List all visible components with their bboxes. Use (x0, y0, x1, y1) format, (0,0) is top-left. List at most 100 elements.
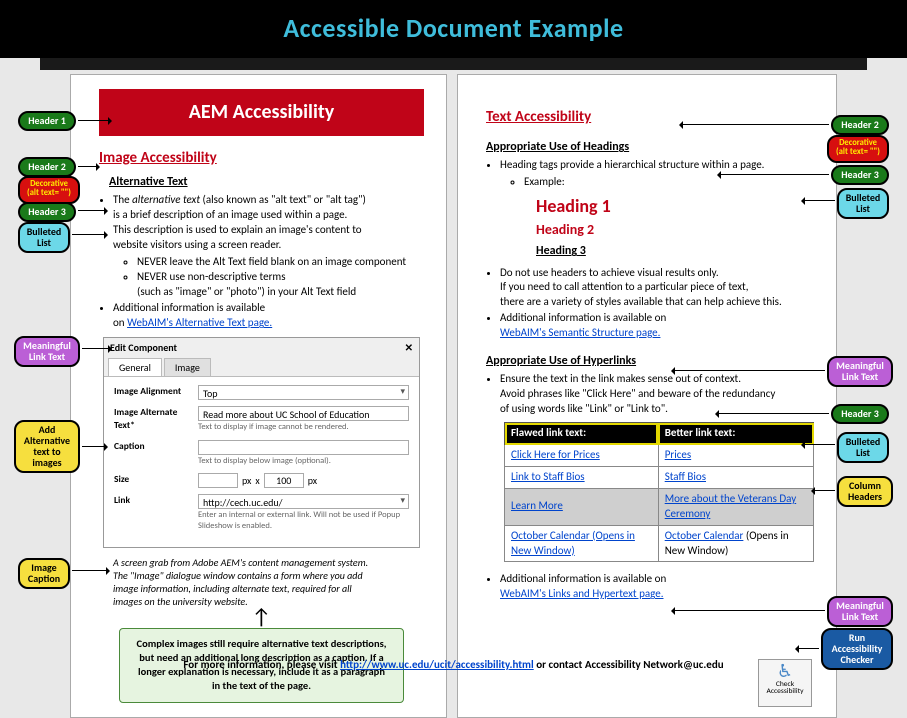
arrow (805, 200, 835, 201)
tag-header2-left: Header 2 (18, 157, 76, 177)
height-input[interactable]: 100 (264, 473, 304, 488)
better-link[interactable]: October Calendar (665, 529, 744, 542)
text: A screen grab from Adobe AEM's content m… (113, 556, 368, 569)
tag-meaningful-right1: Meaningful Link Text (827, 356, 893, 387)
tab-general[interactable]: General (108, 358, 162, 377)
pages-container: AEM Accessibility Image Accessibility Al… (0, 74, 907, 718)
col-header-better: Better link text: (658, 423, 813, 445)
tag-header2-right: Header 2 (831, 115, 889, 135)
text: on (113, 316, 127, 329)
arrow (721, 174, 829, 175)
flawed-link[interactable]: Link to Staff Bios (505, 467, 659, 489)
webaim-semantic-link[interactable]: WebAIM's Semantic Structure page. (500, 326, 660, 339)
text: Heading tags provide a hierarchical stru… (500, 158, 764, 171)
arrow (719, 413, 829, 414)
page-1: AEM Accessibility Image Accessibility Al… (70, 74, 447, 718)
webaim-alt-link[interactable]: WebAIM's Alternative Text page. (127, 316, 272, 329)
table-row: October Calendar (Opens in New Window) O… (505, 525, 814, 562)
checker-label: Check Accessibility (759, 681, 811, 696)
better-link[interactable]: Staff Bios (658, 467, 813, 489)
aem-title: AEM Accessibility (189, 100, 335, 124)
link-text-table: Flawed link text: Better link text: Clic… (504, 422, 814, 562)
text: For more information, please visit (183, 658, 340, 671)
example-heading-1: Heading 1 (536, 194, 814, 218)
text: The (113, 193, 132, 206)
tag-image-caption: Image Caption (18, 558, 70, 589)
top-banner: Accessible Document Example (0, 0, 907, 58)
dialog-titlebar: Edit Component ✕ (104, 338, 419, 358)
flawed-link[interactable]: Learn More (505, 488, 659, 525)
select-value: Top (203, 387, 218, 400)
page-2: Text Accessibility Appropriate Use of He… (457, 74, 837, 718)
list-item: Ensure the text in the link makes sense … (500, 372, 814, 417)
text: Ensure the text in the link makes sense … (500, 372, 741, 385)
tag-header3-left: Header 3 (18, 202, 76, 222)
better-link[interactable]: More about the Veterans Day Ceremony (658, 488, 813, 525)
tab-image[interactable]: Image (164, 358, 211, 377)
list-item: NEVER leave the Alt Text field blank on … (137, 255, 424, 270)
list-item: NEVER use non-descriptive terms (such as… (137, 270, 424, 300)
arrow (675, 370, 825, 371)
caption-input[interactable] (198, 440, 409, 455)
list-item: Additional information is available on W… (113, 301, 424, 331)
tag-header1: Header 1 (18, 111, 76, 131)
text: Do not use headers to achieve visual res… (500, 266, 719, 279)
alignment-select[interactable]: Top (198, 385, 409, 400)
col-header-flawed: Flawed link text: (505, 423, 659, 445)
arrow (82, 348, 108, 349)
text: images on the university website. (113, 595, 248, 608)
arrow (78, 120, 108, 121)
table-row: Learn More More about the Veterans Day C… (505, 488, 814, 525)
flawed-link[interactable]: October Calendar (Opens in New Window) (505, 525, 659, 562)
better-link[interactable]: Prices (658, 445, 813, 467)
tag-decorative-left: Decorative (alt text= "") (18, 176, 80, 204)
arrow (72, 570, 106, 571)
headings-heading: Appropriate Use of Headings (486, 139, 814, 155)
image-caption-text: A screen grab from Adobe AEM's content m… (99, 554, 424, 608)
alt-text-list: The alternative text (also known as "alt… (113, 193, 424, 331)
dialog-body: Image Alignment Top Image Alternate Text… (104, 377, 419, 547)
arrow (815, 490, 835, 491)
text: NEVER use non-descriptive terms (137, 270, 286, 283)
hint: Enter an internal or external link. Will… (198, 510, 409, 533)
link-input[interactable]: http://cech.uc.edu/ (198, 494, 409, 509)
text: The "Image" dialogue window contains a f… (113, 569, 363, 582)
list-item: The alternative text (also known as "alt… (113, 193, 424, 299)
arrow (683, 124, 829, 125)
table-row: Link to Staff Bios Staff Bios (505, 467, 814, 489)
text: of using words like "Link" or "Link to". (500, 402, 668, 415)
table-header-row: Flawed link text: Better link text: (505, 423, 814, 445)
arrow (72, 234, 104, 235)
text: This description is used to explain an i… (113, 223, 362, 236)
arrow (799, 648, 819, 649)
banner-title: Accessible Document Example (283, 12, 623, 44)
width-input[interactable] (198, 473, 238, 488)
sublist: Example: (524, 175, 814, 190)
arrow (82, 446, 104, 447)
tag-bulleted-left: Bulleted List (18, 222, 70, 253)
text-em: alternative text (132, 193, 200, 206)
footnote-link[interactable]: http://www.uc.edu/ucit/accessibility.htm… (340, 658, 534, 671)
image-accessibility-heading: Image Accessibility (99, 148, 424, 168)
tag-meaningful-right2: Meaningful Link Text (827, 596, 893, 627)
webaim-links-link[interactable]: WebAIM's Links and Hypertext page. (500, 587, 663, 600)
arrow (675, 610, 825, 611)
close-icon[interactable]: ✕ (405, 341, 413, 355)
flawed-link[interactable]: Click Here for Prices (505, 445, 659, 467)
text: (also known as "alt text" or "alt tag") (200, 193, 366, 206)
text: If you need to call attention to a parti… (500, 280, 748, 293)
label: Link (114, 494, 192, 507)
tag-column-headers: Column Headers (837, 476, 893, 507)
list-item: Additional information is available on W… (500, 572, 814, 602)
label: Image Alternate Text* (114, 406, 192, 432)
hyperlinks-list: Ensure the text in the link makes sense … (500, 372, 814, 417)
arrow (78, 166, 96, 167)
tag-header3-right2: Header 3 (831, 404, 889, 424)
input-value: Read more about UC School of Education (203, 408, 370, 421)
label: Size (114, 473, 192, 486)
label: Image Alignment (114, 385, 192, 398)
alt-text-input[interactable]: Read more about UC School of Education (198, 406, 409, 421)
arrow (78, 210, 104, 211)
text: there are a variety of styles available … (500, 295, 782, 308)
aem-banner: AEM Accessibility (99, 89, 424, 136)
